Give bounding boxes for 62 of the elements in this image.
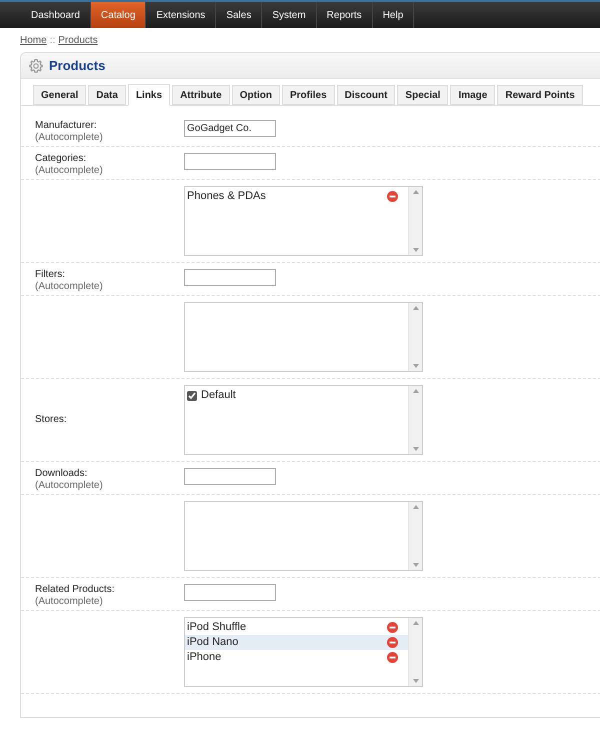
autocomplete-field[interactable] — [184, 153, 276, 170]
scroll-up-icon[interactable] — [412, 190, 418, 194]
panel-title: Products — [49, 56, 106, 75]
gear-icon — [28, 58, 44, 74]
field-label: Filters: — [35, 269, 66, 281]
scroll-down-icon[interactable] — [412, 447, 418, 451]
tab[interactable]: Attribute — [172, 85, 230, 105]
tab[interactable]: Data — [88, 85, 126, 105]
nav-item[interactable]: Catalog — [90, 2, 146, 28]
field-hint: (Autocomplete) — [35, 132, 104, 143]
breadcrumb-separator: :: — [50, 34, 56, 48]
nav-item[interactable]: Reports — [316, 2, 373, 28]
scroll-down-icon[interactable] — [412, 364, 418, 368]
remove-icon[interactable] — [387, 191, 398, 202]
autocomplete-field[interactable]: GoGadget Co. — [184, 120, 276, 137]
nav-item[interactable]: System — [262, 2, 317, 28]
field-hint: (Autocomplete) — [35, 281, 104, 292]
autocomplete-field[interactable] — [184, 269, 276, 286]
nav-item[interactable]: Extensions — [146, 2, 216, 28]
list-item[interactable]: Phones & PDAs — [185, 189, 408, 204]
autocomplete-field[interactable] — [184, 468, 276, 485]
breadcrumb-link[interactable]: Products — [58, 33, 98, 48]
tab[interactable]: Image — [450, 85, 496, 105]
store-checkbox[interactable] — [187, 390, 197, 400]
scrollbar[interactable] — [408, 502, 422, 570]
field-label: Related Products: — [35, 584, 116, 596]
scrollbar[interactable] — [408, 386, 422, 454]
list-item[interactable]: iPod Nano — [185, 635, 408, 650]
list-item[interactable]: iPhone — [185, 650, 408, 665]
scrollbar[interactable] — [408, 618, 422, 686]
tab[interactable]: Profiles — [282, 85, 335, 105]
nav-item[interactable]: Help — [372, 2, 414, 28]
field-label: Manufacturer: — [35, 120, 98, 132]
breadcrumb-link[interactable]: Home — [20, 33, 47, 48]
nav-item[interactable]: Sales — [216, 2, 262, 28]
scroll-up-icon[interactable] — [412, 505, 418, 509]
scroll-down-icon[interactable] — [412, 248, 418, 252]
scroll-up-icon[interactable] — [412, 389, 418, 393]
tab[interactable]: General — [33, 85, 86, 105]
scroll-up-icon[interactable] — [412, 306, 418, 310]
field-hint: (Autocomplete) — [35, 596, 104, 607]
remove-icon[interactable] — [387, 622, 398, 633]
field-hint: (Autocomplete) — [35, 480, 104, 491]
tab[interactable]: Discount — [336, 85, 396, 105]
scroll-up-icon[interactable] — [412, 621, 418, 625]
scrollbar[interactable] — [408, 303, 422, 371]
remove-icon[interactable] — [387, 652, 398, 663]
autocomplete-field[interactable] — [184, 584, 276, 601]
store-label: Default — [201, 388, 236, 404]
tab[interactable]: Links — [128, 84, 170, 106]
tab[interactable]: Special — [397, 85, 448, 105]
field-label: Downloads: — [35, 468, 88, 480]
field-label: Categories: — [35, 153, 88, 165]
field-hint: (Autocomplete) — [35, 165, 104, 176]
scroll-down-icon[interactable] — [412, 563, 418, 567]
field-label: Stores: — [35, 414, 68, 426]
list-item[interactable]: iPod Shuffle — [185, 620, 408, 635]
remove-icon[interactable] — [387, 637, 398, 648]
scrollbar[interactable] — [408, 187, 422, 255]
tab[interactable]: Option — [232, 85, 280, 105]
scroll-down-icon[interactable] — [412, 679, 418, 683]
tab[interactable]: Reward Points — [497, 85, 583, 105]
